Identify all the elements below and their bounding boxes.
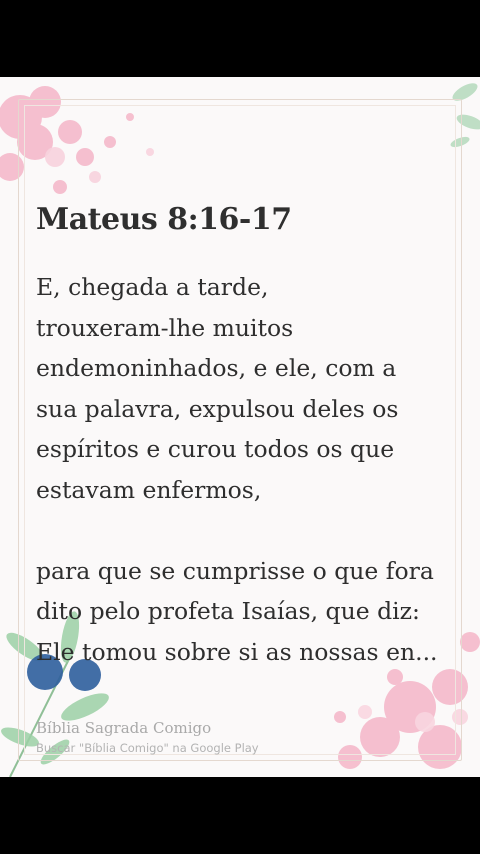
- app-name-watermark: Bíblia Sagrada Comigo: [36, 719, 212, 737]
- verse-reference: Mateus 8:16-17: [36, 202, 292, 237]
- verse-card: Mateus 8:16-17 E, chegada a tarde, troux…: [0, 77, 480, 777]
- verse-text: E, chegada a tarde, trouxeram-lhe muitos…: [36, 273, 438, 666]
- app-store-hint: Buscar "Bíblia Comigo" na Google Play: [36, 741, 259, 755]
